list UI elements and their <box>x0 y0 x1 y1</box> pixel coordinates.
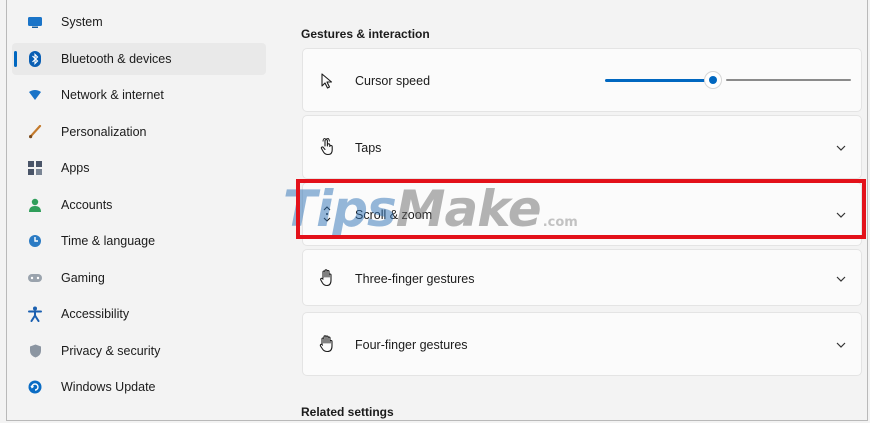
slider-thumb[interactable] <box>704 71 722 89</box>
sidebar-item-label: Privacy & security <box>61 343 161 358</box>
brush-icon <box>27 124 43 140</box>
chevron-down-icon <box>835 209 847 221</box>
slider-track-fill <box>605 79 709 82</box>
related-settings-title: Related settings <box>301 405 394 419</box>
wifi-icon <box>27 87 43 103</box>
sidebar-item-label: System <box>61 15 103 29</box>
cursor-speed-label: Cursor speed <box>355 74 431 88</box>
chevron-down-icon <box>835 273 847 285</box>
shield-icon <box>27 343 43 359</box>
sidebar-item-accessibility[interactable]: Accessibility <box>12 298 266 330</box>
sidebar-item-label: Time & language <box>61 234 156 248</box>
sidebar-item-label: Bluetooth & devices <box>61 51 172 66</box>
sidebar-item-accounts[interactable]: Accounts <box>12 189 266 221</box>
tap-icon <box>318 138 336 156</box>
chevron-down-icon <box>835 339 847 351</box>
four-finger-gestures-row[interactable]: Four-finger gestures <box>302 312 862 376</box>
three-finger-icon <box>318 269 336 287</box>
refresh-icon <box>27 379 43 395</box>
monitor-icon <box>27 14 43 30</box>
apps-icon <box>27 160 43 176</box>
chevron-down-icon <box>835 142 847 154</box>
sidebar-item-label: Accounts <box>61 197 113 212</box>
sidebar-item-label: Personalization <box>61 124 147 139</box>
scroll-zoom-label: Scroll & zoom <box>355 208 433 222</box>
scroll-icon <box>318 205 336 223</box>
selection-indicator <box>14 50 17 67</box>
accessibility-icon <box>27 306 43 322</box>
sidebar: System Bluetooth & devices Network & int… <box>12 6 266 408</box>
sidebar-item-apps[interactable]: Apps <box>12 152 266 184</box>
sidebar-item-privacy-security[interactable]: Privacy & security <box>12 335 266 367</box>
taps-row[interactable]: Taps <box>302 115 862 179</box>
gamepad-icon <box>27 270 43 286</box>
sidebar-item-system[interactable]: System <box>12 6 266 38</box>
sidebar-item-label: Apps <box>61 161 90 175</box>
four-finger-gestures-label: Four-finger gestures <box>355 338 468 352</box>
taps-label: Taps <box>355 141 382 155</box>
section-title: Gestures & interaction <box>301 27 430 41</box>
sidebar-item-time-language[interactable]: Time & language <box>12 225 266 257</box>
sidebar-item-gaming[interactable]: Gaming <box>12 262 266 294</box>
cursor-speed-slider[interactable] <box>605 70 851 90</box>
cursor-icon <box>318 72 336 90</box>
sidebar-item-label: Gaming <box>61 270 105 285</box>
person-icon <box>27 197 43 213</box>
cursor-speed-card: Cursor speed <box>302 48 862 112</box>
globe-clock-icon <box>27 233 43 249</box>
sidebar-item-label: Windows Update <box>61 380 156 394</box>
three-finger-gestures-row[interactable]: Three-finger gestures <box>302 249 862 306</box>
sidebar-item-label: Network & internet <box>61 88 164 102</box>
bluetooth-icon <box>27 50 43 67</box>
sidebar-item-bluetooth-devices[interactable]: Bluetooth & devices <box>12 42 266 75</box>
three-finger-gestures-label: Three-finger gestures <box>355 272 475 286</box>
sidebar-item-personalization[interactable]: Personalization <box>12 116 266 148</box>
slider-track <box>726 79 851 81</box>
sidebar-item-label: Accessibility <box>61 307 130 321</box>
four-finger-icon <box>318 335 336 353</box>
sidebar-item-network-internet[interactable]: Network & internet <box>12 79 266 111</box>
sidebar-item-windows-update[interactable]: Windows Update <box>12 371 266 403</box>
scroll-zoom-row[interactable]: Scroll & zoom <box>302 182 862 246</box>
